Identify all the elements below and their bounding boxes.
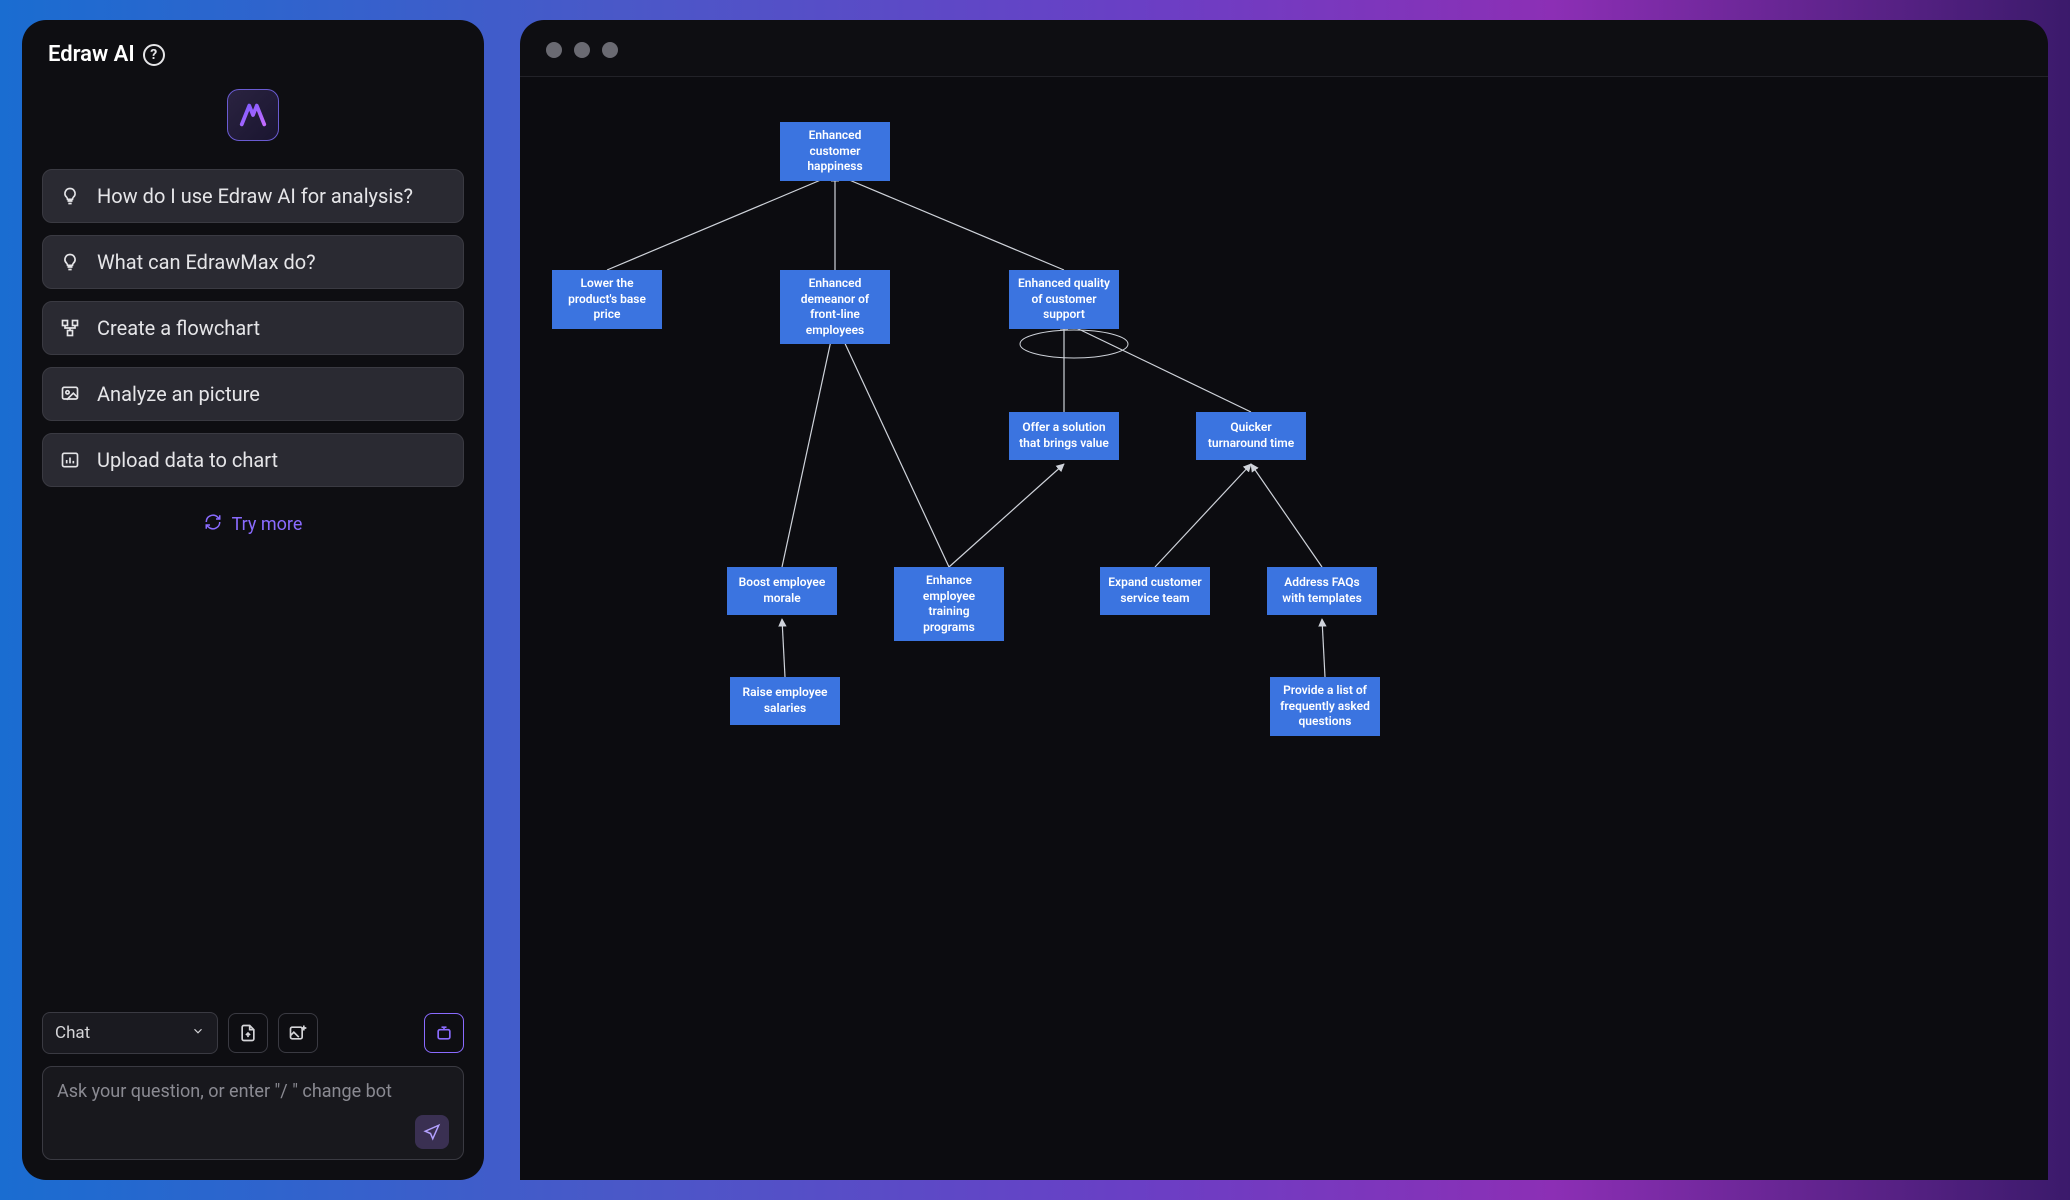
try-more-label: Try more <box>232 514 303 535</box>
suggestion-label: What can EdrawMax do? <box>97 250 316 274</box>
image-add-button[interactable] <box>278 1013 318 1053</box>
window-dot <box>574 42 590 58</box>
suggestion-upload-chart[interactable]: Upload data to chart <box>42 433 464 487</box>
input-toolbar: Chat <box>42 1012 464 1054</box>
window-titlebar <box>520 20 2048 77</box>
sidebar-title: Edraw AI <box>48 42 135 67</box>
suggestion-analyze-picture[interactable]: Analyze an picture <box>42 367 464 421</box>
send-button[interactable] <box>415 1115 449 1149</box>
refresh-icon <box>204 513 222 536</box>
help-icon[interactable]: ? <box>143 44 165 66</box>
chart-icon <box>59 449 81 471</box>
image-icon <box>59 383 81 405</box>
sidebar-header: Edraw AI ? <box>42 42 464 67</box>
document-upload-button[interactable] <box>228 1013 268 1053</box>
diagram-node[interactable]: Enhanced customer happiness <box>780 122 890 181</box>
prompt-placeholder: Ask your question, or enter "/ " change … <box>57 1081 449 1115</box>
diagram-node[interactable]: Expand customer service team <box>1100 567 1210 615</box>
diagram-node[interactable]: Raise employee salaries <box>730 677 840 725</box>
mode-select-value: Chat <box>55 1023 90 1043</box>
bot-button[interactable] <box>424 1013 464 1053</box>
window-dot <box>602 42 618 58</box>
diagram-node[interactable]: Lower the product's base price <box>552 270 662 329</box>
suggestion-label: Create a flowchart <box>97 316 260 340</box>
window-dot <box>546 42 562 58</box>
diagram-node[interactable]: Boost employee morale <box>727 567 837 615</box>
bulb-icon <box>59 185 81 207</box>
diagram-node[interactable]: Enhanced quality of customer support <box>1009 270 1119 329</box>
bulb-icon <box>59 251 81 273</box>
try-more-button[interactable]: Try more <box>42 513 464 536</box>
diagram-node[interactable]: Offer a solution that brings value <box>1009 412 1119 460</box>
diagram-node[interactable]: Enhanced demeanor of front-line employee… <box>780 270 890 344</box>
diagram-node[interactable]: Address FAQs with templates <box>1267 567 1377 615</box>
suggestion-edrawmax[interactable]: What can EdrawMax do? <box>42 235 464 289</box>
flowchart-icon <box>59 317 81 339</box>
diagram-node[interactable]: Quicker turnaround time <box>1196 412 1306 460</box>
suggestion-flowchart[interactable]: Create a flowchart <box>42 301 464 355</box>
chevron-down-icon <box>191 1023 205 1043</box>
prompt-input[interactable]: Ask your question, or enter "/ " change … <box>42 1066 464 1160</box>
app-logo <box>227 89 279 141</box>
suggestion-label: Analyze an picture <box>97 382 260 406</box>
ai-sidebar: Edraw AI ? How do I use Edraw AI for ana… <box>22 20 484 1180</box>
diagram-node[interactable]: Enhance employee training programs <box>894 567 1004 641</box>
mode-select[interactable]: Chat <box>42 1012 218 1054</box>
diagram-node[interactable]: Provide a list of frequently asked quest… <box>1270 677 1380 736</box>
suggestion-label: How do I use Edraw AI for analysis? <box>97 184 413 208</box>
suggestion-analysis[interactable]: How do I use Edraw AI for analysis? <box>42 169 464 223</box>
canvas-panel: Enhanced customer happiness Lower the pro… <box>520 20 2048 1180</box>
app-root: Edraw AI ? How do I use Edraw AI for ana… <box>22 20 2048 1180</box>
diagram-canvas[interactable]: Enhanced customer happiness Lower the pro… <box>520 77 2048 1180</box>
suggestion-list: How do I use Edraw AI for analysis? What… <box>42 169 464 487</box>
suggestion-label: Upload data to chart <box>97 448 278 472</box>
